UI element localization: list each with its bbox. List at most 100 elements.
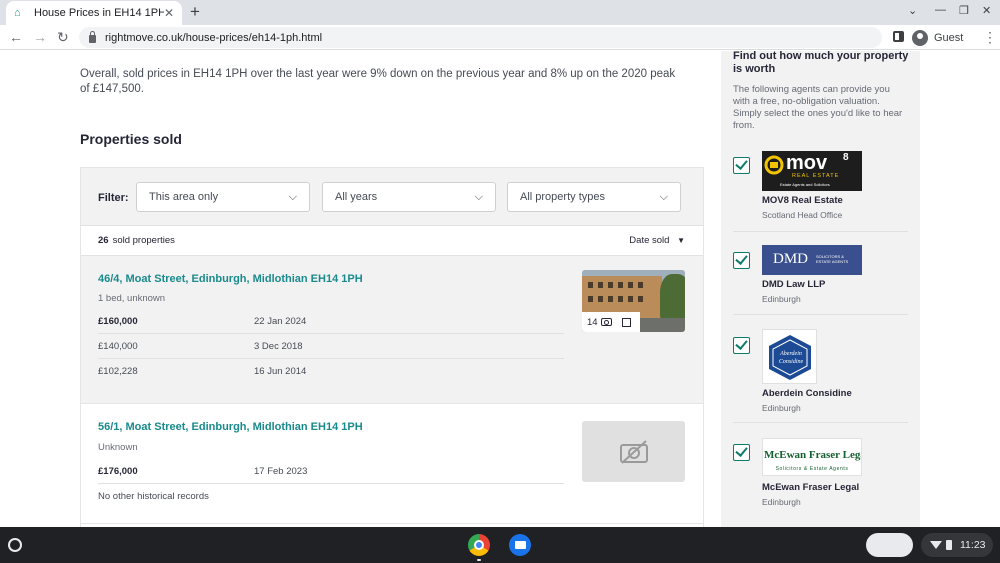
caret-down-icon: ▼ (677, 236, 685, 245)
photo-window (588, 296, 593, 302)
dmd-logo: DMD SOLICITORS & ESTATE AGENTS (762, 245, 862, 275)
avatar-icon (912, 29, 928, 46)
dmd-logo-text: DMD (773, 251, 809, 267)
agent-office: Scotland Head Office (762, 210, 843, 220)
photo-window (588, 282, 593, 288)
restore-icon[interactable]: ❐ (959, 4, 969, 17)
floorplan-icon (621, 317, 631, 327)
address-bar[interactable]: rightmove.co.uk/house-prices/eh14-1ph.ht… (79, 27, 882, 48)
sort-dropdown[interactable]: Date sold ▼ (629, 235, 685, 246)
chevron-down-icon: ⌵ (659, 190, 668, 203)
photo-window (608, 296, 613, 302)
tab-strip: ⌂ House Prices in EH14 1PH ✕ + ⌄ — ❐ ✕ (0, 0, 1000, 25)
browser-tab[interactable]: ⌂ House Prices in EH14 1PH ✕ (6, 1, 182, 25)
sold-date: 17 Feb 2023 (254, 466, 308, 477)
close-tab-icon[interactable]: ✕ (164, 6, 174, 20)
files-app-icon[interactable] (509, 534, 531, 556)
agent-divider (733, 314, 908, 315)
mov8-logo-tag: Estate Agents and Solicitors (780, 182, 830, 187)
area-filter-select[interactable]: This area only ⌵ (136, 182, 310, 212)
minimize-icon[interactable]: — (935, 4, 946, 16)
sold-date: 22 Jan 2024 (254, 316, 307, 327)
agent-divider (733, 422, 908, 423)
reload-icon[interactable]: ↻ (57, 29, 69, 45)
photo-window (628, 296, 633, 302)
transaction-row: £140,000 3 Dec 2018 (98, 334, 564, 359)
agent-name: McEwan Fraser Legal (762, 482, 860, 493)
photo-count-badge: 14 (582, 312, 640, 332)
close-window-icon[interactable]: ✕ (982, 4, 991, 17)
mcewan-logo: McEwan Fraser Legal Solicitors & Estate … (762, 438, 862, 476)
results-count: 26 sold properties (98, 235, 175, 246)
property-type: Unknown (98, 442, 138, 453)
results-count-bar: 26 sold properties Date sold ▼ (81, 226, 703, 256)
photo-window (598, 296, 603, 302)
agent-checkbox[interactable] (733, 252, 750, 269)
valuation-title: Find out how much your property is worth (733, 51, 909, 75)
back-arrow-icon[interactable]: ← (9, 29, 23, 45)
new-tab-icon[interactable]: + (190, 3, 200, 21)
forward-arrow-icon[interactable]: → (33, 29, 47, 45)
property-card[interactable]: 46/4, Moat Street, Edinburgh, Midlothian… (81, 256, 703, 404)
sold-date: 3 Dec 2018 (254, 341, 303, 352)
property-photo[interactable]: 14 (582, 270, 685, 332)
property-address-link[interactable]: 56/1, Moat Street, Edinburgh, Midlothian… (98, 421, 363, 433)
agent-office: Edinburgh (762, 403, 801, 413)
photo-tree (660, 274, 685, 320)
years-filter-select[interactable]: All years ⌵ (322, 182, 496, 212)
running-indicator (477, 559, 481, 561)
mov8-logo-sub: REAL ESTATE (792, 173, 840, 179)
sold-price: £160,000 (98, 316, 138, 327)
agent-divider (733, 231, 908, 232)
photo-window (638, 282, 643, 288)
valuation-description: The following agents can provide you wit… (733, 84, 903, 131)
status-tray[interactable]: 11:23 (921, 533, 993, 557)
agent-checkbox[interactable] (733, 337, 750, 354)
dmd-logo-sub: SOLICITORS & ESTATE AGENTS (816, 254, 849, 264)
results-count-number: 26 (98, 235, 109, 246)
mcewan-logo-text: McEwan Fraser Legal (764, 449, 862, 461)
profile-label: Guest (934, 31, 964, 44)
valuation-sidebar: Find out how much your property is worth… (721, 51, 920, 527)
camera-icon (600, 318, 612, 326)
mcewan-logo-sub: Solicitors & Estate Agents (775, 466, 849, 472)
photo-window (618, 296, 623, 302)
sold-date: 16 Jun 2014 (254, 366, 307, 377)
mov8-logo-text: mov (786, 152, 828, 174)
type-filter-select[interactable]: All property types ⌵ (507, 182, 681, 212)
tab-title: House Prices in EH14 1PH (34, 7, 164, 19)
years-filter-value: All years (335, 191, 378, 203)
photo-window (598, 282, 603, 288)
no-history-note: No other historical records (98, 491, 209, 502)
photo-window (638, 296, 643, 302)
property-address-link[interactable]: 46/4, Moat Street, Edinburgh, Midlothian… (98, 273, 363, 285)
transaction-row: £176,000 17 Feb 2023 (98, 459, 564, 484)
results-count-label: sold properties (112, 235, 175, 246)
agent-name: DMD Law LLP (762, 279, 826, 290)
side-panel-icon[interactable] (893, 31, 904, 42)
sold-price: £140,000 (98, 341, 138, 352)
notification-pod[interactable] (866, 533, 913, 557)
no-camera-icon (619, 439, 648, 464)
property-card[interactable]: 56/1, Moat Street, Edinburgh, Midlothian… (81, 404, 703, 524)
agent-checkbox[interactable] (733, 157, 750, 174)
aberdein-logo: Aberdein Considine (762, 329, 817, 384)
home-favicon-icon: ⌂ (14, 7, 21, 19)
chevron-down-icon: ⌵ (474, 190, 483, 203)
mov8-logo: mov 8 REAL ESTATE Estate Agents and Soli… (762, 151, 862, 191)
battery-icon (946, 540, 952, 550)
wifi-icon (930, 541, 942, 549)
profile-button[interactable]: Guest (912, 27, 963, 48)
transaction-row: £160,000 22 Jan 2024 (98, 309, 564, 334)
photo-window (608, 282, 613, 288)
launcher-icon[interactable] (8, 538, 22, 552)
aberdein-logo-text: Aberdein Considine (778, 351, 804, 365)
photo-window (628, 282, 633, 288)
photo-window (618, 282, 623, 288)
agent-office: Edinburgh (762, 294, 801, 304)
chrome-app-icon[interactable] (468, 534, 490, 556)
agent-office: Edinburgh (762, 497, 801, 507)
agent-checkbox[interactable] (733, 444, 750, 461)
tab-search-chevron-icon[interactable]: ⌄ (908, 4, 917, 17)
menu-kebab-icon[interactable]: ⋮ (983, 29, 997, 45)
